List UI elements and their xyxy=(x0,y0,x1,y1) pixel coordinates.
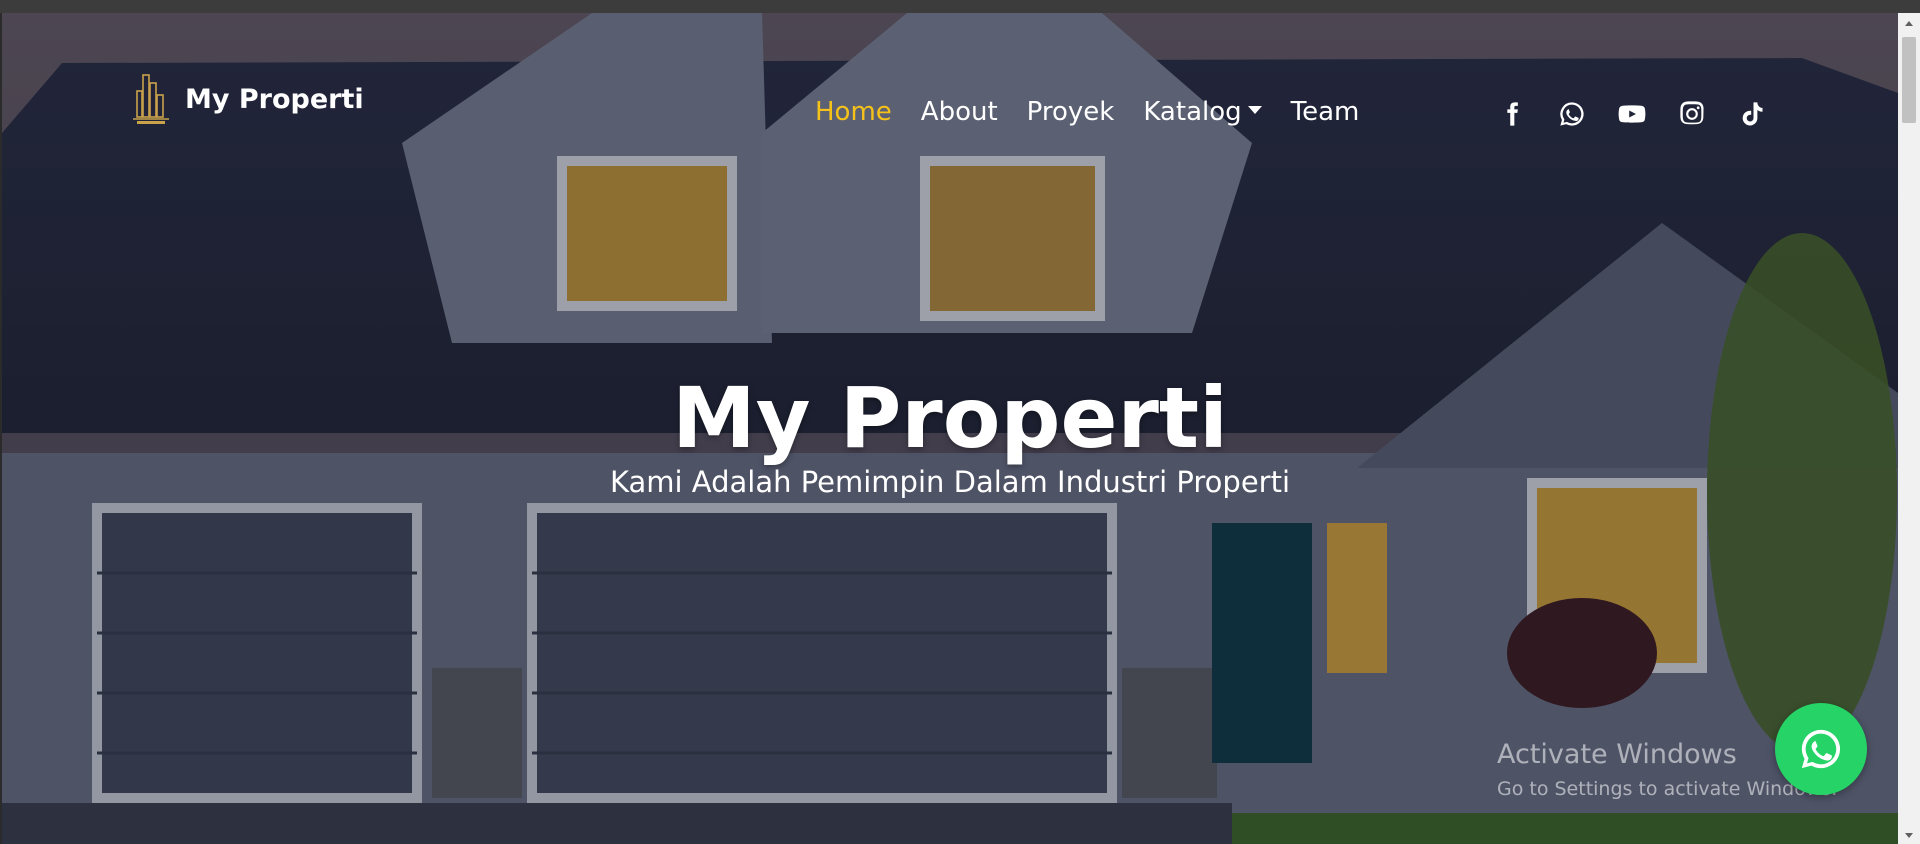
nav-link-about[interactable]: About xyxy=(921,97,998,127)
brand-name: My Properti xyxy=(185,83,364,115)
whatsapp-link[interactable] xyxy=(1556,98,1588,130)
facebook-link[interactable] xyxy=(1496,98,1528,130)
youtube-icon xyxy=(1618,105,1646,123)
brand[interactable]: My Properti xyxy=(131,69,364,129)
nav-link-katalog[interactable]: Katalog xyxy=(1143,97,1262,127)
scroll-down-arrow-icon[interactable] xyxy=(1905,833,1913,838)
scroll-up-arrow-icon[interactable] xyxy=(1905,21,1913,26)
caret-down-icon xyxy=(1247,105,1262,114)
nav-links: Home About Proyek Katalog Team xyxy=(815,97,1359,127)
tiktok-icon xyxy=(1742,102,1763,126)
vertical-scrollbar[interactable] xyxy=(1898,13,1920,844)
nav-link-katalog-label: Katalog xyxy=(1143,97,1242,127)
social-links xyxy=(1496,98,1768,130)
hero-subtitle: Kami Adalah Pemimpin Dalam Industri Prop… xyxy=(609,465,1291,499)
page-viewport: My Properti Home About Proyek Katalog Te… xyxy=(2,13,1898,844)
building-logo-icon xyxy=(133,74,169,124)
hero-title: My Properti xyxy=(672,369,1228,468)
facebook-icon xyxy=(1507,102,1518,126)
browser-top-bar xyxy=(0,0,1920,13)
whatsapp-icon xyxy=(1560,102,1584,126)
whatsapp-float-button[interactable] xyxy=(1775,703,1867,795)
nav-link-proyek[interactable]: Proyek xyxy=(1027,97,1115,127)
youtube-link[interactable] xyxy=(1616,98,1648,130)
nav-link-home[interactable]: Home xyxy=(815,97,892,127)
tiktok-link[interactable] xyxy=(1736,98,1768,130)
navbar: My Properti Home About Proyek Katalog Te… xyxy=(2,13,1898,127)
instagram-link[interactable] xyxy=(1676,98,1708,130)
scrollbar-thumb[interactable] xyxy=(1902,37,1916,123)
whatsapp-icon xyxy=(1801,729,1841,769)
nav-link-team[interactable]: Team xyxy=(1291,97,1360,127)
watermark-line-2: Go to Settings to activate Windows. xyxy=(1497,778,1838,800)
instagram-icon xyxy=(1680,101,1704,125)
